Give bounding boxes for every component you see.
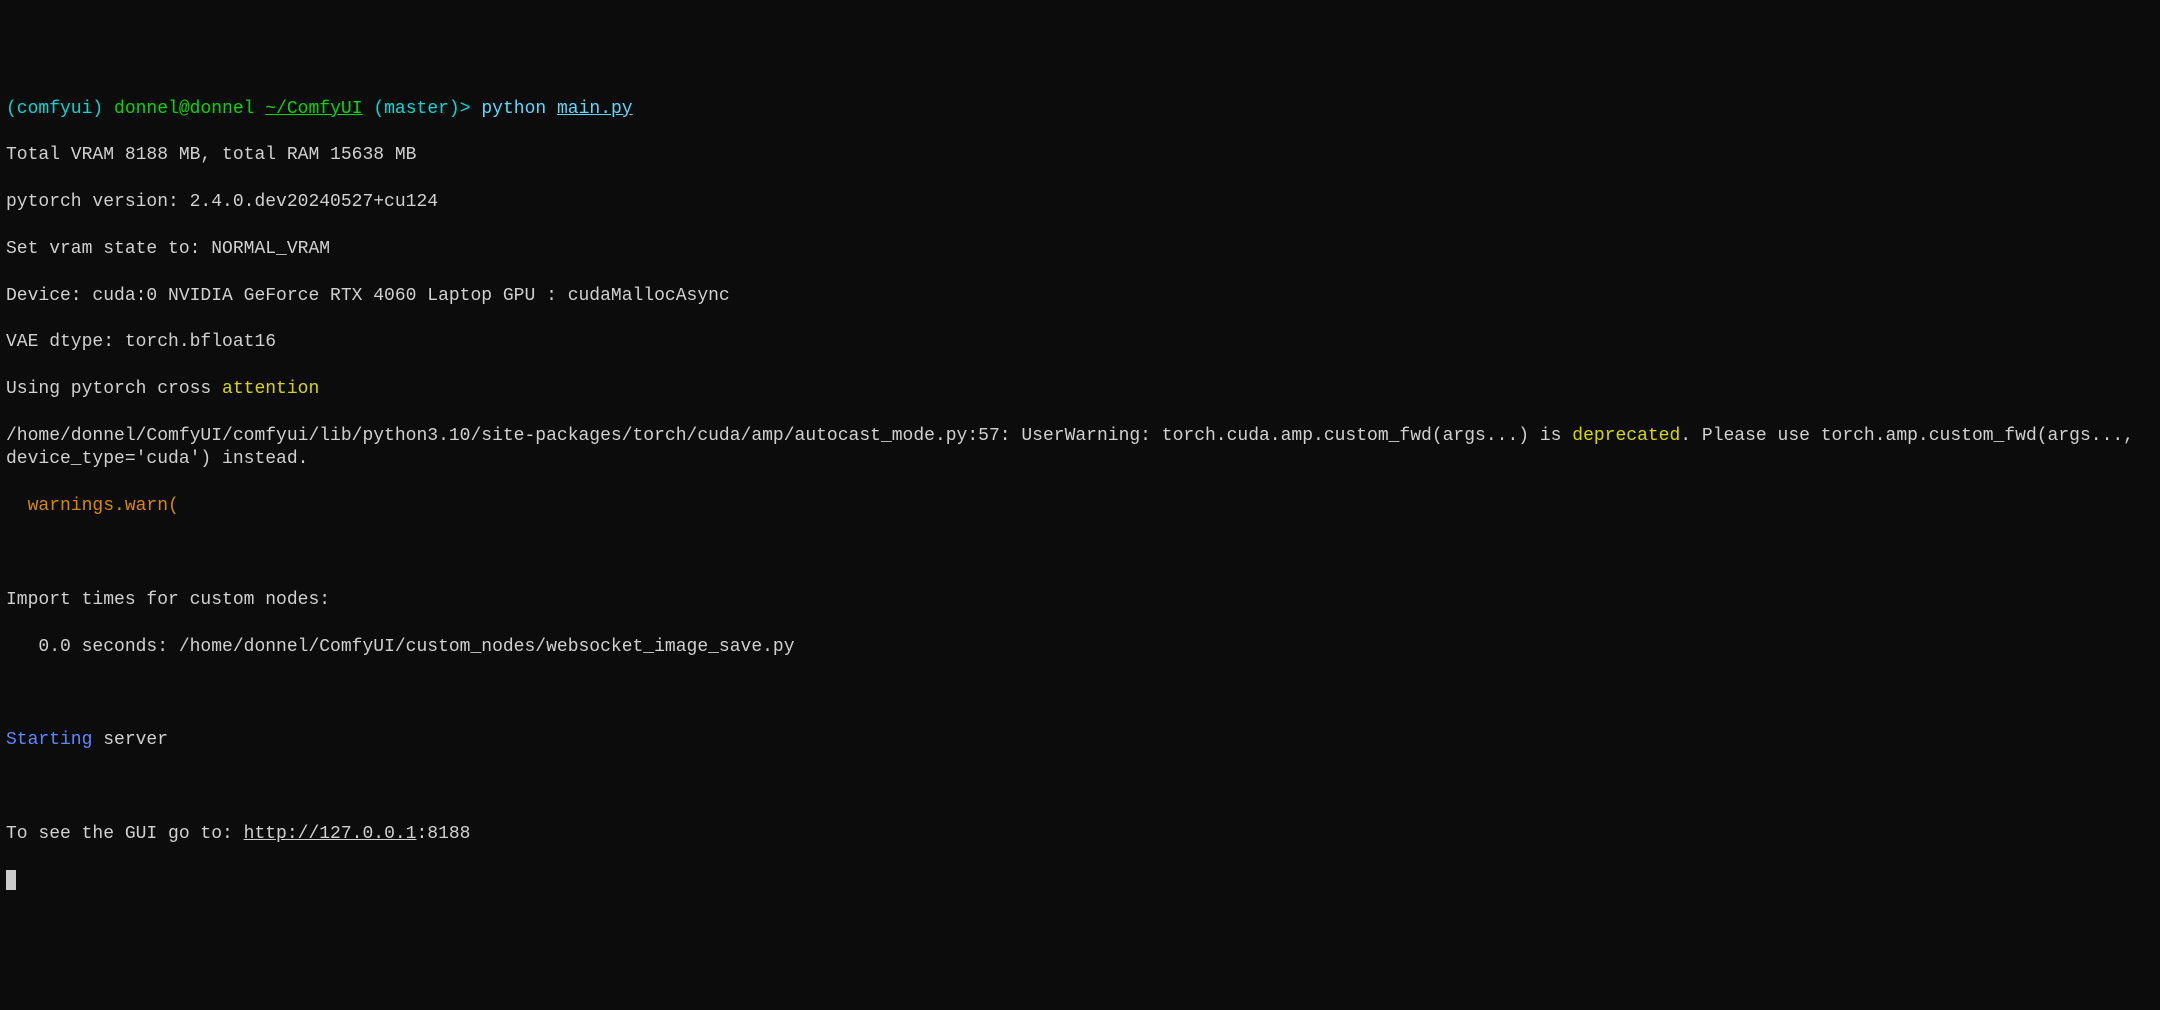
output-vram-state: Set vram state to: NORMAL_VRAM xyxy=(6,238,2154,261)
output-starting: Starting server xyxy=(6,729,2154,752)
user-host: donnel@donnel xyxy=(114,99,254,119)
env-name: (comfyui) xyxy=(6,99,103,119)
prompt-line: (comfyui) donnel@donnel ~/ComfyUI (maste… xyxy=(6,98,2154,121)
branch: (master) xyxy=(373,99,459,119)
cmd-file[interactable]: main.py xyxy=(557,99,633,119)
cmd-python[interactable]: python xyxy=(481,99,546,119)
output-cross-attention: Using pytorch cross attention xyxy=(6,378,2154,401)
output-warning: /home/donnel/ComfyUI/comfyui/lib/python3… xyxy=(6,425,2154,472)
output-import-header: Import times for custom nodes: xyxy=(6,589,2154,612)
output-vae: VAE dtype: torch.bfloat16 xyxy=(6,331,2154,354)
output-import-time: 0.0 seconds: /home/donnel/ComfyUI/custom… xyxy=(6,636,2154,659)
output-warning-indent: warnings.warn( xyxy=(6,495,2154,518)
output-pytorch: pytorch version: 2.4.0.dev20240527+cu124 xyxy=(6,191,2154,214)
output-gui: To see the GUI go to: http://127.0.0.1:8… xyxy=(6,823,2154,846)
path: ~/ComfyUI xyxy=(265,99,362,119)
gui-url[interactable]: http://127.0.0.1 xyxy=(244,824,417,844)
blank-line-2 xyxy=(6,682,2154,705)
prompt-symbol: > xyxy=(460,99,471,119)
output-device: Device: cuda:0 NVIDIA GeForce RTX 4060 L… xyxy=(6,285,2154,308)
cursor-icon xyxy=(6,870,16,890)
blank-line-1 xyxy=(6,542,2154,565)
output-vram: Total VRAM 8188 MB, total RAM 15638 MB xyxy=(6,144,2154,167)
blank-line-3 xyxy=(6,776,2154,799)
cursor-line[interactable] xyxy=(6,869,2154,892)
